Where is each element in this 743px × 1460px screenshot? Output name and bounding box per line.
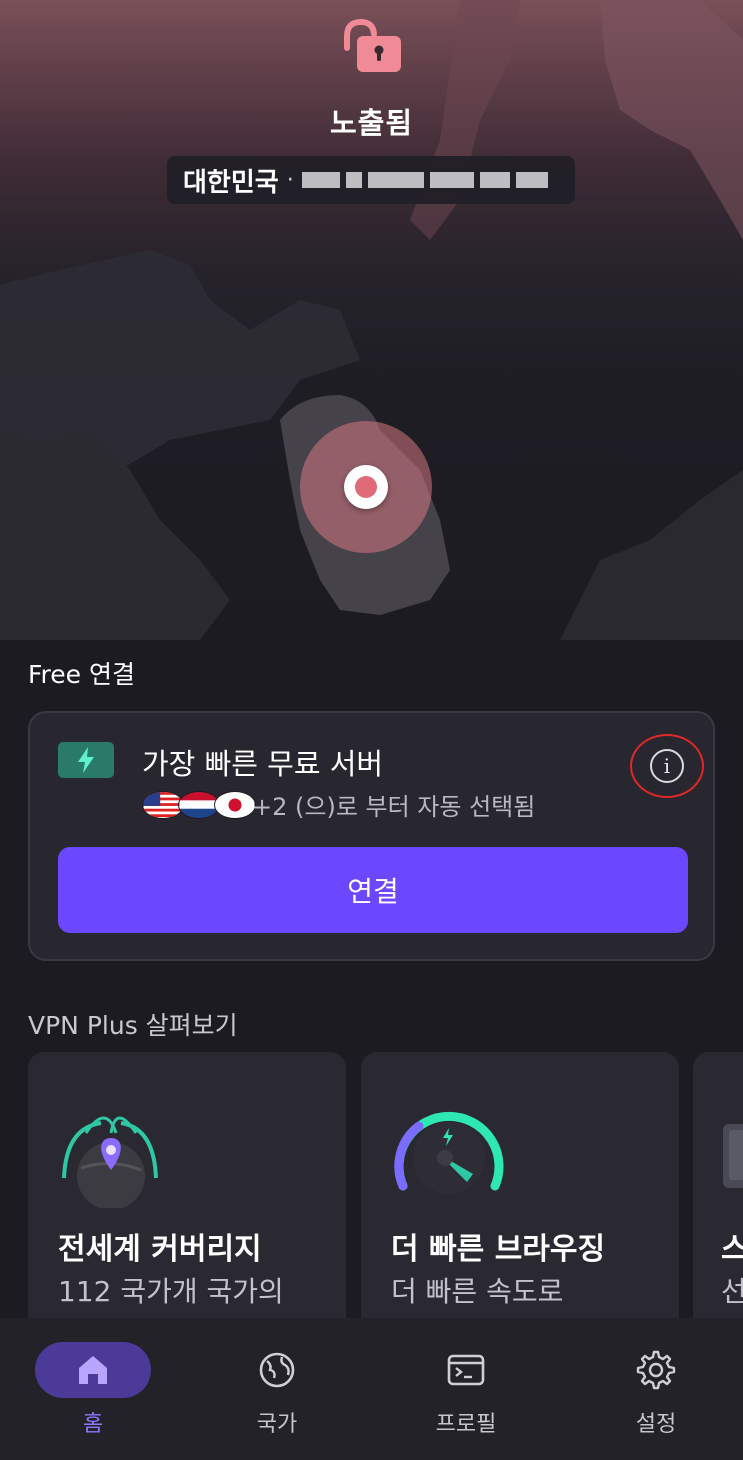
- gear-icon: [598, 1342, 714, 1398]
- plus-card-speed[interactable]: 더 빠른 브라우징 더 빠른 속도로: [361, 1052, 679, 1352]
- terminal-icon: [408, 1342, 524, 1398]
- home-icon: [35, 1342, 151, 1398]
- plus-card-title: 스: [721, 1232, 743, 1267]
- nav-countries-label: 국가: [256, 1412, 298, 1437]
- nav-home-label: 홈: [82, 1412, 104, 1437]
- device-icon: [723, 1124, 743, 1188]
- nav-settings[interactable]: 설정: [563, 1318, 743, 1460]
- current-location-pill: 대한민국 ·: [167, 156, 575, 204]
- location-separator: ·: [286, 167, 294, 193]
- plus-card-desc: 112 국가개 국가의: [58, 1275, 284, 1308]
- server-title: 가장 빠른 무료 서버: [142, 747, 384, 781]
- speedometer-icon: [394, 1111, 504, 1194]
- nav-settings-label: 설정: [635, 1412, 677, 1437]
- plus-card-partial[interactable]: 스 선: [693, 1052, 743, 1352]
- plus-card-coverage[interactable]: 전세계 커버리지 112 국가개 국가의: [28, 1052, 346, 1352]
- free-section-label: Free 연결: [28, 660, 135, 689]
- location-pin-center: [355, 476, 377, 498]
- server-subtitle: +2 (으)로 부터 자동 선택됨: [252, 793, 536, 821]
- plus-card-desc: 선: [721, 1275, 743, 1308]
- nav-profile-label: 프로필: [435, 1412, 497, 1437]
- location-country: 대한민국: [183, 167, 279, 198]
- globe-coverage-icon: [62, 1116, 158, 1208]
- plus-card-desc: 더 빠른 속도로: [391, 1275, 564, 1308]
- plus-card-title: 전세계 커버리지: [58, 1232, 262, 1267]
- nav-profile[interactable]: 프로필: [373, 1318, 559, 1460]
- masked-ip-address: [301, 172, 548, 188]
- bolt-icon: [58, 742, 114, 778]
- plus-card-title: 더 빠른 브라우징: [391, 1232, 606, 1267]
- nav-countries[interactable]: 국가: [184, 1318, 370, 1460]
- bottom-navigation: 홈 국가 프로필 설정: [0, 1318, 743, 1460]
- server-subtitle-row: +2 (으)로 부터 자동 선택됨: [142, 787, 535, 822]
- globe-icon: [219, 1342, 335, 1398]
- connect-button[interactable]: 연결: [58, 847, 688, 933]
- info-icon: i: [650, 749, 684, 783]
- jp-flag-icon: [214, 790, 256, 819]
- fastest-free-server-card: 가장 빠른 무료 서버 +2 (으)로 부터 자동 선택됨 i 연결: [28, 711, 715, 961]
- nav-home[interactable]: 홈: [0, 1318, 186, 1460]
- connection-status-title: 노출됨: [329, 106, 414, 140]
- server-flags: [142, 790, 256, 819]
- vpn-plus-section-label: VPN Plus 살펴보기: [28, 1011, 238, 1040]
- info-button[interactable]: i: [630, 734, 704, 798]
- unlocked-padlock-icon: [344, 18, 401, 72]
